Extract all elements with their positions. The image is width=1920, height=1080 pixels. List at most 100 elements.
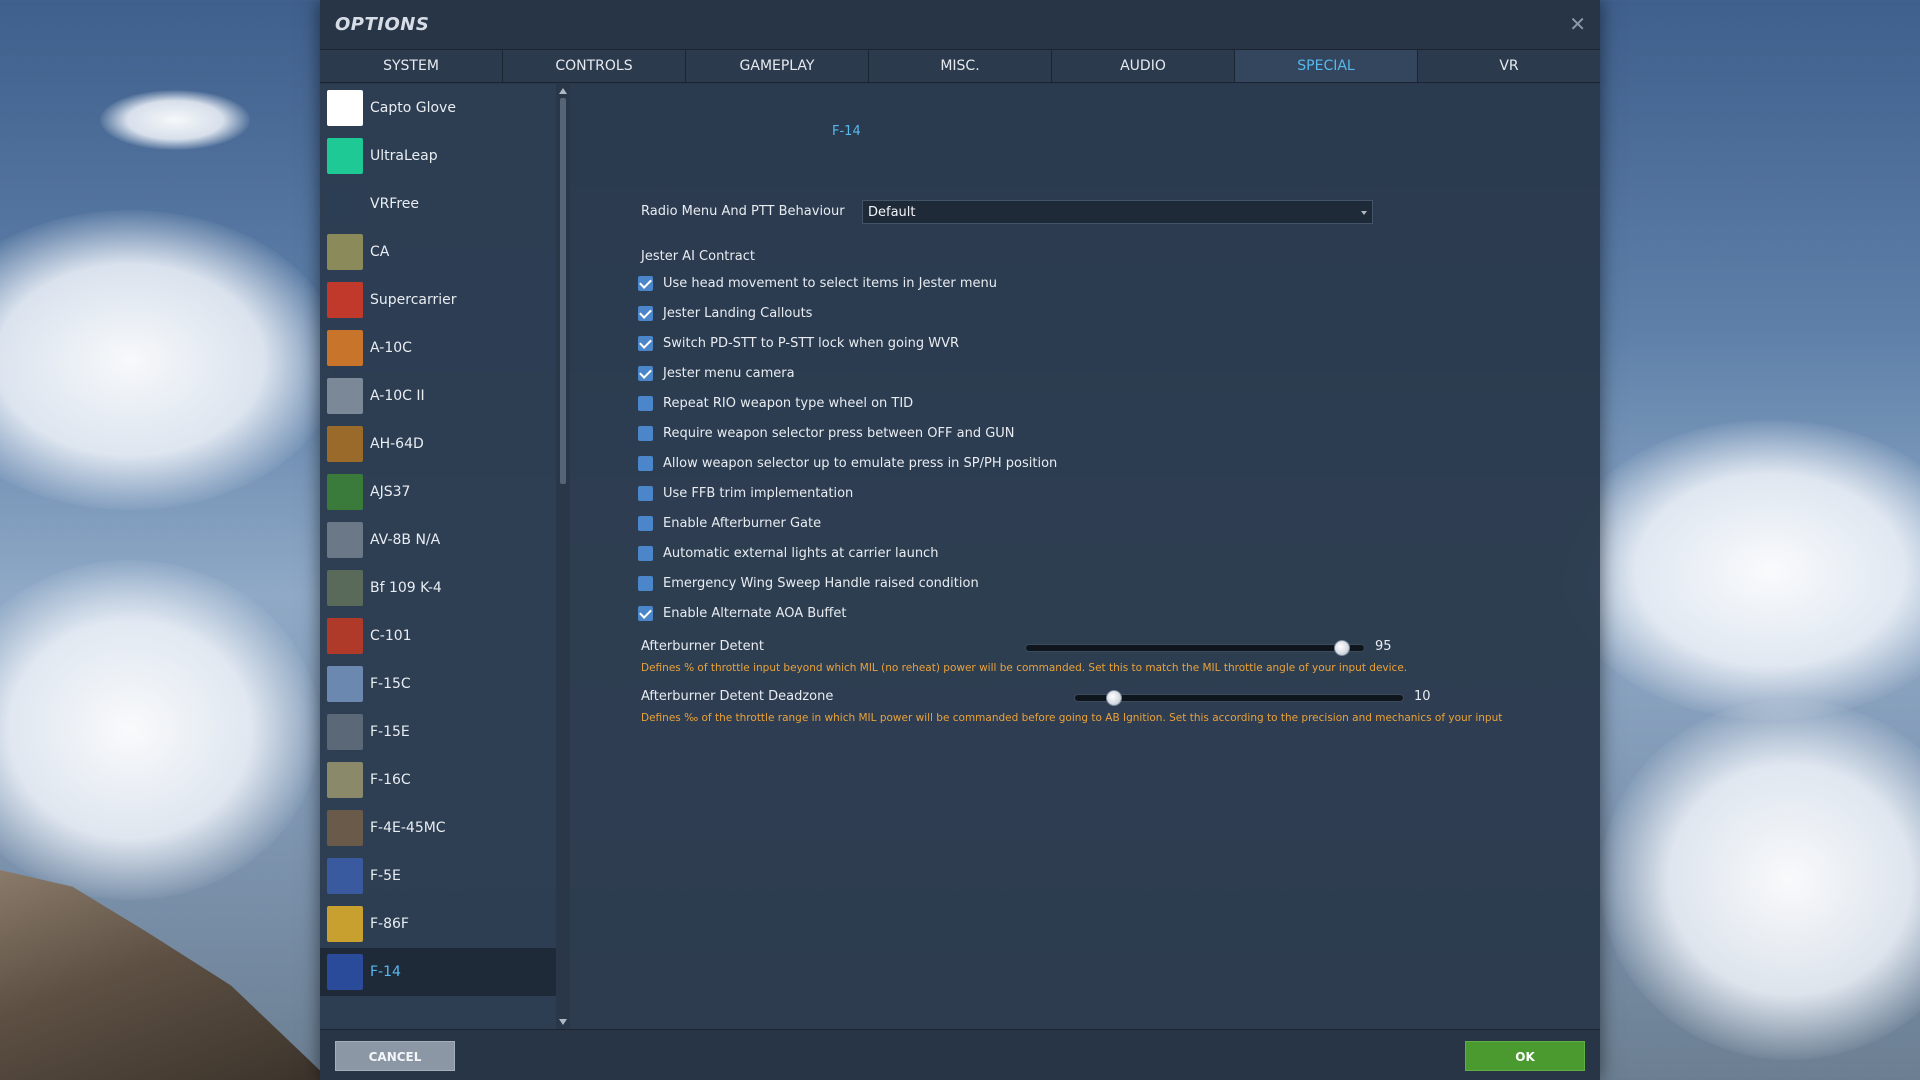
sidebar-item-label: UltraLeap: [370, 148, 438, 164]
sidebar-item[interactable]: A-10C II: [320, 372, 556, 420]
checkbox-unchecked[interactable]: [638, 395, 653, 411]
sidebar-scrollbar[interactable]: [556, 84, 570, 1029]
tab-misc[interactable]: MISC.: [869, 50, 1052, 82]
checkbox-checked[interactable]: [638, 275, 653, 291]
sidebar-item[interactable]: AJS37: [320, 468, 556, 516]
slider-label: Afterburner Detent Deadzone: [641, 689, 834, 704]
radio-menu-dropdown[interactable]: Default: [862, 200, 1373, 224]
background-cloud: [1600, 700, 1920, 1060]
checkbox-unchecked[interactable]: [638, 545, 653, 561]
sidebar-item-label: F-5E: [370, 868, 401, 884]
tab-controls[interactable]: CONTROLS: [503, 50, 686, 82]
dialog-title: OPTIONS: [335, 14, 430, 35]
sidebar-item[interactable]: AV-8B N/A: [320, 516, 556, 564]
checkbox-label: Require weapon selector press between OF…: [663, 425, 1015, 441]
radio-menu-label: Radio Menu And PTT Behaviour: [641, 204, 845, 219]
sidebar-item-label: C-101: [370, 628, 412, 644]
sidebar-item[interactable]: F-14: [320, 948, 556, 996]
background-cloud: [0, 560, 320, 900]
scroll-up-icon[interactable]: [559, 88, 567, 94]
ah64d-icon: [327, 426, 363, 462]
sidebar-item[interactable]: UltraLeap: [320, 132, 556, 180]
checkbox-unchecked[interactable]: [638, 575, 653, 591]
checkbox-label: Use head movement to select items in Jes…: [663, 275, 997, 291]
options-dialog: OPTIONS ✕ SYSTEM CONTROLS GAMEPLAY MISC.…: [320, 0, 1600, 1080]
settings-panel: F-14 Radio Menu And PTT Behaviour Defaul…: [570, 84, 1600, 1029]
checkbox-unchecked[interactable]: [638, 455, 653, 471]
sidebar-item[interactable]: Capto Glove: [320, 84, 556, 132]
tab-audio[interactable]: AUDIO: [1052, 50, 1235, 82]
tab-system[interactable]: SYSTEM: [320, 50, 503, 82]
tab-gameplay[interactable]: GAMEPLAY: [686, 50, 869, 82]
sidebar-item[interactable]: Supercarrier: [320, 276, 556, 324]
checkbox-checked[interactable]: [638, 335, 653, 351]
f15e-icon: [327, 714, 363, 750]
sidebar-item[interactable]: CA: [320, 228, 556, 276]
cancel-button[interactable]: CANCEL: [335, 1041, 455, 1071]
sidebar-item[interactable]: VRFree: [320, 180, 556, 228]
scroll-thumb[interactable]: [560, 98, 566, 484]
sidebar-item-label: AJS37: [370, 484, 411, 500]
slider-value: 10: [1414, 689, 1431, 704]
sidebar-item[interactable]: F-4E-45MC: [320, 804, 556, 852]
slider-handle[interactable]: [1106, 690, 1123, 706]
ajs37-icon: [327, 474, 363, 510]
checkbox-row[interactable]: Switch PD-STT to P-STT lock when going W…: [638, 332, 959, 354]
checkbox-row[interactable]: Jester Landing Callouts: [638, 302, 812, 324]
checkbox-row[interactable]: Use FFB trim implementation: [638, 482, 853, 504]
slider-handle[interactable]: [1333, 640, 1350, 656]
checkbox-unchecked[interactable]: [638, 485, 653, 501]
slider-track[interactable]: [1025, 640, 1365, 656]
sidebar-item[interactable]: F-16C: [320, 756, 556, 804]
slider-value: 95: [1375, 639, 1392, 654]
f14-icon: [327, 954, 363, 990]
chevron-down-icon: [1361, 211, 1367, 215]
c101-icon: [327, 618, 363, 654]
checkbox-row[interactable]: Enable Afterburner Gate: [638, 512, 821, 534]
checkbox-row[interactable]: Use head movement to select items in Jes…: [638, 272, 997, 294]
checkbox-checked[interactable]: [638, 605, 653, 621]
sidebar-item-label: F-15C: [370, 676, 411, 692]
f86f-icon: [327, 906, 363, 942]
f16c-icon: [327, 762, 363, 798]
checkbox-row[interactable]: Jester menu camera: [638, 362, 795, 384]
title-bar: OPTIONS ✕: [320, 0, 1600, 49]
checkbox-unchecked[interactable]: [638, 515, 653, 531]
slider-track[interactable]: [1074, 690, 1404, 706]
module-sidebar: Capto Glove UltraLeap VRFree CA Supercarrier…: [320, 84, 556, 1029]
sidebar-item[interactable]: Bf 109 K-4: [320, 564, 556, 612]
ok-button[interactable]: OK: [1465, 1041, 1585, 1071]
checkbox-unchecked[interactable]: [638, 425, 653, 441]
sidebar-item[interactable]: F-5E: [320, 852, 556, 900]
checkbox-row[interactable]: Emergency Wing Sweep Handle raised condi…: [638, 572, 979, 594]
sidebar-item[interactable]: C-101: [320, 612, 556, 660]
f15c-icon: [327, 666, 363, 702]
scroll-down-icon[interactable]: [559, 1019, 567, 1025]
sidebar-item-label: F-14: [370, 964, 401, 980]
checkbox-row[interactable]: Repeat RIO weapon type wheel on TID: [638, 392, 913, 414]
tab-special[interactable]: SPECIAL: [1235, 50, 1418, 82]
slider-hint: Defines ‰ of the throttle range in which…: [641, 712, 1503, 724]
checkbox-row[interactable]: Require weapon selector press between OF…: [638, 422, 1015, 444]
sidebar-item[interactable]: F-15E: [320, 708, 556, 756]
checkbox-checked[interactable]: [638, 365, 653, 381]
checkbox-row[interactable]: Enable Alternate AOA Buffet: [638, 602, 846, 624]
sidebar-item[interactable]: F-86F: [320, 900, 556, 948]
checkbox-label: Allow weapon selector up to emulate pres…: [663, 455, 1058, 471]
ca-icon: [327, 234, 363, 270]
tab-vr[interactable]: VR: [1418, 50, 1600, 82]
f5e-icon: [327, 858, 363, 894]
close-icon[interactable]: ✕: [1569, 12, 1586, 36]
sidebar-item[interactable]: A-10C: [320, 324, 556, 372]
checkbox-label: Use FFB trim implementation: [663, 485, 854, 501]
sidebar-item[interactable]: AH-64D: [320, 420, 556, 468]
background-mountain: [0, 870, 330, 1080]
slider-hint: Defines % of throttle input beyond which…: [641, 662, 1408, 674]
sidebar-item-label: VRFree: [370, 196, 420, 212]
checkbox-checked[interactable]: [638, 305, 653, 321]
checkbox-row[interactable]: Automatic external lights at carrier lau…: [638, 542, 938, 564]
checkbox-label: Enable Afterburner Gate: [663, 515, 822, 531]
vrfree-icon: [327, 186, 363, 222]
sidebar-item[interactable]: F-15C: [320, 660, 556, 708]
checkbox-row[interactable]: Allow weapon selector up to emulate pres…: [638, 452, 1057, 474]
